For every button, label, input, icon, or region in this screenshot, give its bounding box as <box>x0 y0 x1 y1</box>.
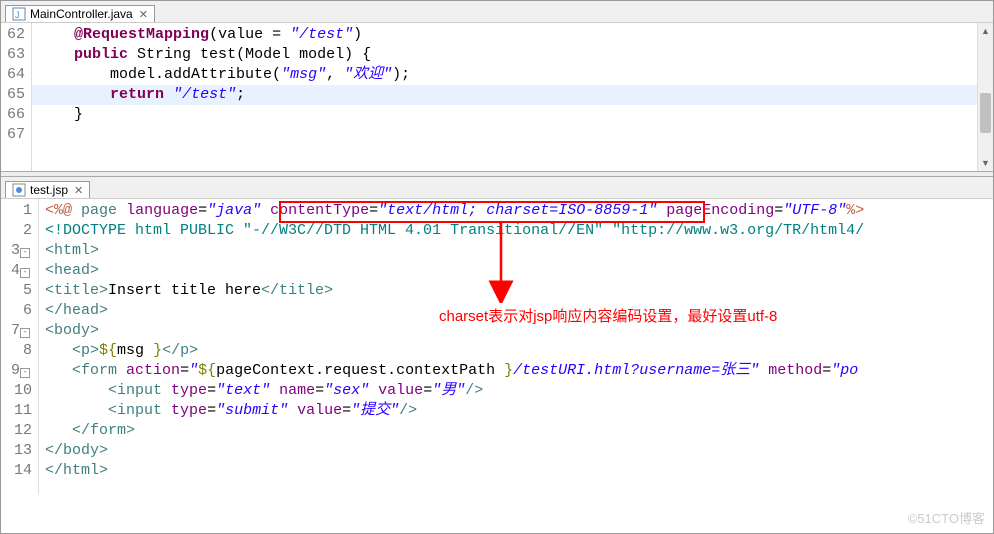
code-line[interactable]: </form> <box>39 421 993 441</box>
code-line[interactable]: <input type="text" name="sex" value="男"/… <box>39 381 993 401</box>
code-line[interactable]: model.addAttribute("msg", "欢迎"); <box>32 65 993 85</box>
svg-text:J: J <box>15 10 20 20</box>
code-area[interactable]: <%@ page language="java" contentType="te… <box>39 199 993 495</box>
scroll-down-icon[interactable]: ▼ <box>978 155 993 171</box>
tab-testjsp[interactable]: test.jsp ✕ <box>5 181 90 198</box>
code-line[interactable] <box>32 125 993 145</box>
code-line[interactable]: return "/test"; <box>32 85 993 105</box>
watermark: ©51CTO博客 <box>908 508 985 527</box>
code-line[interactable]: <p>${msg }</p> <box>39 341 993 361</box>
code-line[interactable]: </html> <box>39 461 993 481</box>
code-line[interactable]: <html> <box>39 241 993 261</box>
line-gutter: 626364656667 <box>1 23 32 171</box>
java-file-icon: J <box>12 7 26 21</box>
code-line[interactable]: @RequestMapping(value = "/test") <box>32 25 993 45</box>
code-line[interactable]: <input type="submit" value="提交"/> <box>39 401 993 421</box>
code-line[interactable]: public String test(Model model) { <box>32 45 993 65</box>
code-line[interactable]: <title>Insert title here</title> <box>39 281 993 301</box>
editor-top[interactable]: 626364656667 @RequestMapping(value = "/t… <box>1 23 993 171</box>
tab-bar-bottom: test.jsp ✕ <box>1 177 993 199</box>
tab-label: test.jsp <box>30 183 68 197</box>
scroll-up-icon[interactable]: ▲ <box>978 23 993 39</box>
scrollbar-vertical[interactable]: ▲ ▼ <box>977 23 993 171</box>
line-gutter: 123-4-567-89-1011121314 <box>1 199 39 495</box>
code-line[interactable]: } <box>32 105 993 125</box>
tab-bar-top: J MainController.java ✕ <box>1 1 993 23</box>
jsp-file-icon <box>12 183 26 197</box>
code-line[interactable]: <form action="${pageContext.request.cont… <box>39 361 993 381</box>
close-icon[interactable]: ✕ <box>139 8 148 21</box>
code-line[interactable]: </body> <box>39 441 993 461</box>
editor-bottom[interactable]: 123-4-567-89-1011121314 <%@ page languag… <box>1 199 993 495</box>
highlight-box <box>279 201 705 223</box>
code-area[interactable]: @RequestMapping(value = "/test") public … <box>32 23 993 171</box>
tab-label: MainController.java <box>30 7 133 21</box>
scroll-thumb[interactable] <box>980 93 991 133</box>
code-line[interactable]: <head> <box>39 261 993 281</box>
tab-maincontroller[interactable]: J MainController.java ✕ <box>5 5 155 22</box>
close-icon[interactable]: ✕ <box>74 184 83 197</box>
annotation-text: charset表示对jsp响应内容编码设置，最好设置utf-8 <box>439 305 777 326</box>
code-line[interactable]: <!DOCTYPE html PUBLIC "-//W3C//DTD HTML … <box>39 221 993 241</box>
